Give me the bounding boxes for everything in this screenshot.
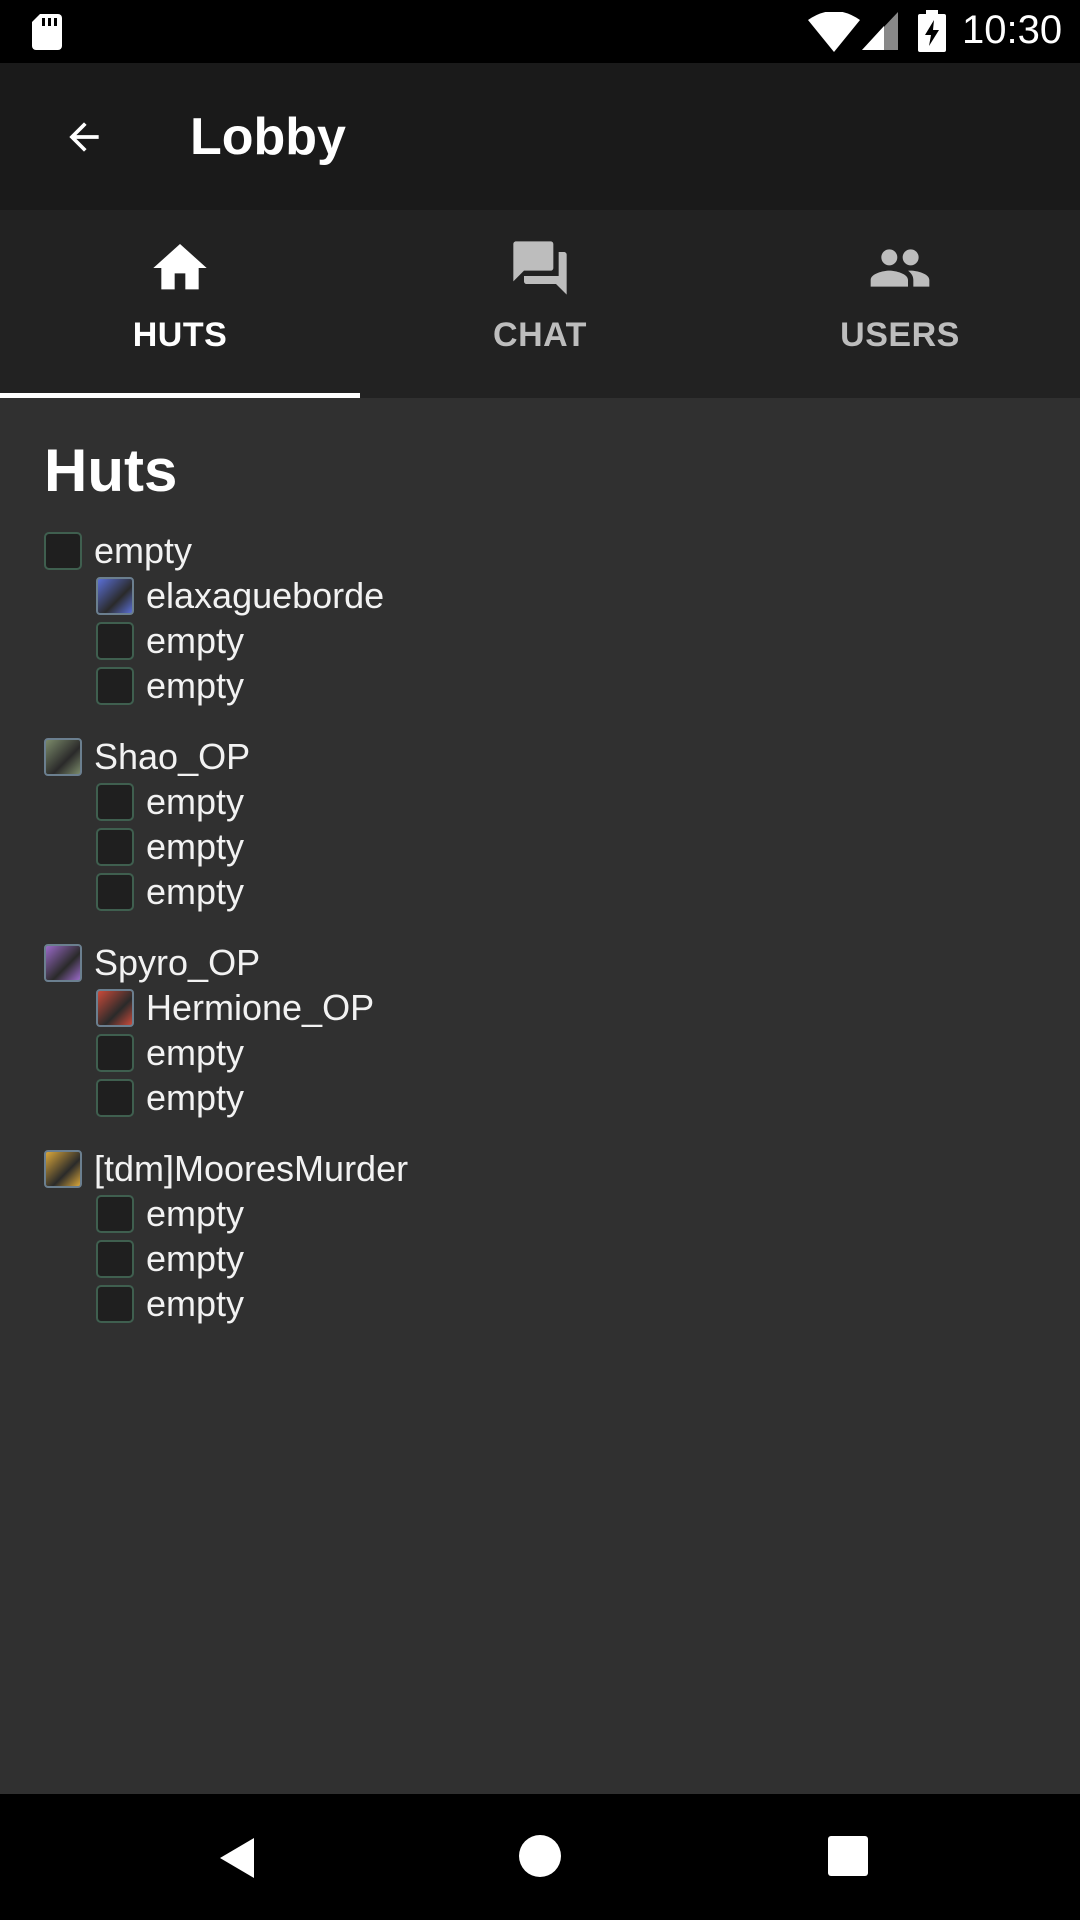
hut-member-slot[interactable]: empty xyxy=(96,824,408,869)
tab-chat[interactable]: CHAT xyxy=(360,210,720,398)
signal-icon xyxy=(862,12,898,50)
hut-member-slot[interactable]: empty xyxy=(96,1030,408,1075)
tab-label: USERS xyxy=(840,316,960,354)
avatar xyxy=(44,737,82,776)
empty-slot-icon xyxy=(96,827,134,866)
avatar xyxy=(44,1149,82,1188)
nav-recents-icon[interactable] xyxy=(822,1830,874,1882)
hut-member-slot[interactable]: empty xyxy=(96,1236,408,1281)
avatar xyxy=(96,988,134,1027)
home-icon xyxy=(153,244,207,290)
hut-member-slot[interactable]: empty xyxy=(96,618,408,663)
slot-name: empty xyxy=(146,1192,245,1234)
hut-group: [tdm]MooresMurder empty empty empty xyxy=(44,1146,408,1326)
slot-name: empty xyxy=(146,664,245,706)
slot-name: Hermione_OP xyxy=(146,986,375,1028)
hut-member-slot[interactable]: empty xyxy=(96,779,408,824)
tab-huts[interactable]: HUTS xyxy=(0,210,360,398)
empty-slot-icon xyxy=(96,621,134,660)
slot-name: Shao_OP xyxy=(94,735,251,777)
empty-slot-icon xyxy=(96,1194,134,1233)
tab-users[interactable]: USERS xyxy=(720,210,1080,398)
hut-member-slot[interactable]: empty xyxy=(96,663,408,708)
sd-card-icon xyxy=(32,14,62,50)
section-title: Huts xyxy=(44,437,178,504)
page-title: Lobby xyxy=(190,108,346,166)
hut-group: empty elaxagueborde empty empty xyxy=(44,528,408,708)
hut-list: empty elaxagueborde empty empty Shao_OP empty… xyxy=(44,528,408,1352)
slot-name: empty xyxy=(146,825,245,867)
hut-owner-slot[interactable]: Shao_OP xyxy=(44,734,408,779)
empty-slot-icon xyxy=(44,531,82,570)
tab-label: HUTS xyxy=(132,316,228,354)
avatar xyxy=(96,576,134,615)
app-bar: Lobby xyxy=(0,63,1080,210)
hut-member-slot[interactable]: empty xyxy=(96,869,408,914)
slot-name: empty xyxy=(94,529,193,571)
hut-member-slot[interactable]: empty xyxy=(96,1191,408,1236)
battery-charging-icon xyxy=(918,10,946,52)
slot-name: empty xyxy=(146,1282,245,1324)
slot-name: empty xyxy=(146,870,245,912)
navigation-bar xyxy=(0,1794,1080,1920)
tab-label: CHAT xyxy=(493,316,587,354)
back-button[interactable] xyxy=(48,101,120,173)
wifi-icon xyxy=(808,12,860,52)
empty-slot-icon xyxy=(96,1284,134,1323)
hut-owner-slot[interactable]: Spyro_OP xyxy=(44,940,408,985)
status-clock: 10:30 xyxy=(962,8,1063,52)
hut-owner-slot[interactable]: [tdm]MooresMurder xyxy=(44,1146,408,1191)
slot-name: Spyro_OP xyxy=(94,941,261,983)
avatar xyxy=(44,943,82,982)
nav-home-icon[interactable] xyxy=(512,1828,568,1884)
nav-back-icon[interactable] xyxy=(210,1830,266,1886)
slot-name: empty xyxy=(146,1031,245,1073)
status-bar: 10:30 xyxy=(0,0,1080,63)
empty-slot-icon xyxy=(96,872,134,911)
slot-name: empty xyxy=(146,780,245,822)
slot-name: elaxagueborde xyxy=(146,574,385,616)
users-icon xyxy=(870,249,930,287)
chat-icon xyxy=(513,241,567,295)
hut-member-slot[interactable]: elaxagueborde xyxy=(96,573,408,618)
arrow-back-icon xyxy=(69,122,99,152)
hut-group: Spyro_OP Hermione_OP empty empty xyxy=(44,940,408,1120)
hut-member-slot[interactable]: Hermione_OP xyxy=(96,985,408,1030)
empty-slot-icon xyxy=(96,1078,134,1117)
hut-member-slot[interactable]: empty xyxy=(96,1281,408,1326)
slot-name: empty xyxy=(146,1076,245,1118)
empty-slot-icon xyxy=(96,782,134,821)
tab-bar: HUTS CHAT USERS xyxy=(0,210,1080,398)
empty-slot-icon xyxy=(96,1239,134,1278)
slot-name: empty xyxy=(146,619,245,661)
hut-group: Shao_OP empty empty empty xyxy=(44,734,408,914)
huts-panel: Huts empty elaxagueborde empty empty Shao_OP… xyxy=(0,398,1080,1794)
empty-slot-icon xyxy=(96,1033,134,1072)
slot-name: [tdm]MooresMurder xyxy=(94,1147,409,1189)
hut-member-slot[interactable]: empty xyxy=(96,1075,408,1120)
hut-owner-slot[interactable]: empty xyxy=(44,528,408,573)
slot-name: empty xyxy=(146,1237,245,1279)
empty-slot-icon xyxy=(96,666,134,705)
